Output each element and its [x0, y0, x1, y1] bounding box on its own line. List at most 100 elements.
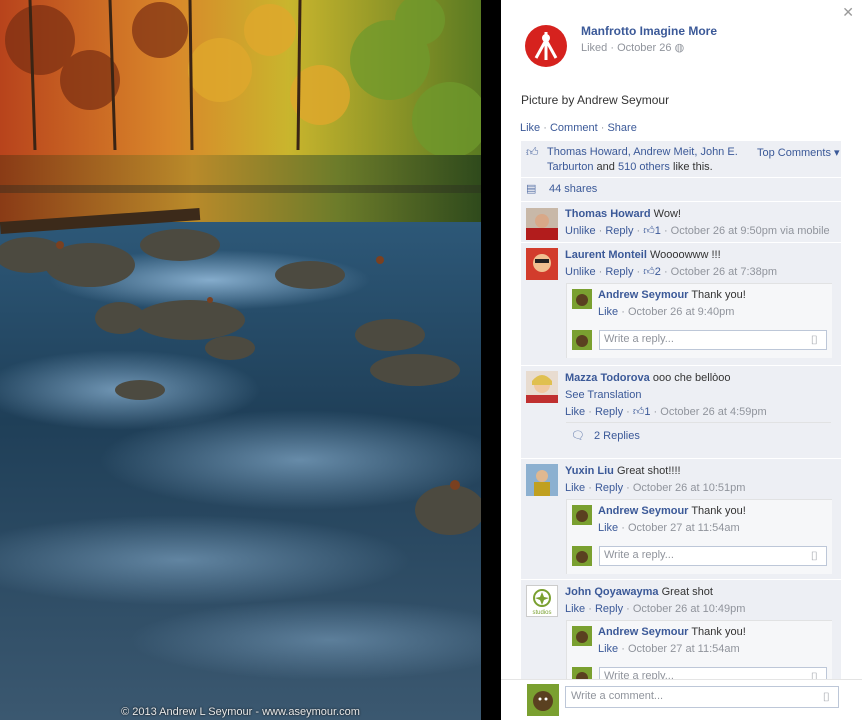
reply-author[interactable]: Andrew Seymour — [598, 626, 688, 638]
shares-summary: ▤ 44 shares — [521, 177, 841, 202]
shares-count[interactable]: 44 shares — [549, 183, 597, 195]
post-photo[interactable]: © 2013 Andrew L Seymour - www.aseymour.c… — [0, 0, 481, 720]
comment-meta: Like · Reply · 👍︎1 · October 26 at 4:59p… — [565, 406, 767, 418]
comment-composer: Write a comment... ⌷ — [501, 679, 862, 720]
reply-timestamp[interactable]: October 26 at 9:40pm — [628, 306, 734, 318]
share-link[interactable]: Share — [607, 122, 636, 134]
comment-text: Woooowww !!! — [649, 249, 721, 261]
avatar[interactable] — [526, 248, 558, 280]
globe-icon: ◍ — [674, 42, 685, 54]
comment-input[interactable]: Write a comment... ⌷ — [565, 686, 839, 708]
reply-link[interactable]: Reply — [595, 482, 623, 494]
comment-body: Laurent Monteil Woooowww !!! Unlike · Re… — [565, 247, 835, 281]
comment-meta: Unlike · Reply · 👍︎2 · October 26 at 7:3… — [565, 266, 778, 278]
avatar[interactable] — [572, 505, 592, 525]
post-date[interactable]: October 26 — [617, 42, 671, 54]
likes-number: 1 — [654, 225, 661, 237]
top-comments-dropdown[interactable]: Top Comments ▾ — [757, 146, 840, 159]
like-link[interactable]: Like — [598, 522, 618, 534]
avatar[interactable] — [526, 208, 558, 240]
reply-meta: Like · October 27 at 11:54am — [598, 643, 740, 655]
like-link[interactable]: Like — [520, 122, 540, 134]
manfrotto-logo[interactable] — [524, 24, 568, 68]
avatar[interactable] — [526, 464, 558, 496]
comment-link[interactable]: Comment — [550, 122, 598, 134]
like-link[interactable]: Like — [598, 643, 618, 655]
likes-summary: 👍︎ Thomas Howard, Andrew Meit, John E. T… — [521, 141, 841, 178]
reply-thread: Andrew Seymour Thank you! Like · October… — [566, 283, 832, 358]
likes-text: Thomas Howard, Andrew Meit, John E. Tarb… — [547, 145, 747, 175]
avatar[interactable]: studios — [526, 585, 558, 617]
comment-meta: Unlike · Reply · 👍︎1 · October 26 at 9:5… — [565, 225, 830, 237]
avatar[interactable] — [572, 626, 592, 646]
studios-logo-text: studios — [532, 610, 551, 616]
unlike-link[interactable]: Unlike — [565, 225, 596, 237]
replies-link[interactable]: 2 Replies — [594, 430, 640, 442]
comment-author[interactable]: John Qoyawayma — [565, 586, 659, 598]
comment-timestamp[interactable]: October 26 at 7:38pm — [671, 266, 777, 278]
comment-text: Great shot!!!! — [616, 465, 681, 477]
thumbs-up-icon: 👍︎ — [526, 145, 539, 159]
like-link[interactable]: Like — [598, 306, 618, 318]
thumbs-up-icon: 👍︎ — [632, 406, 645, 418]
reply-timestamp[interactable]: October 27 at 11:54am — [628, 643, 740, 655]
comment-likes-count[interactable]: 👍︎2 — [643, 266, 661, 278]
reply-author[interactable]: Andrew Seymour — [598, 289, 688, 301]
reply-link[interactable]: Reply — [595, 603, 623, 615]
comment-text: Wow! — [653, 208, 681, 220]
comment-text: ooo che bellòoo — [652, 372, 731, 384]
camera-icon[interactable]: ⌷ — [811, 333, 818, 348]
avatar[interactable] — [572, 289, 592, 309]
reply-input[interactable]: Write a reply... ⌷ — [599, 330, 827, 350]
comment-body: Yuxin Liu Great shot!!!! Like · Reply · … — [565, 463, 835, 497]
reply-author[interactable]: Andrew Seymour — [598, 505, 688, 517]
comment-meta: Like · Reply · October 26 at 10:49pm — [565, 603, 746, 615]
feedback-area: 👍︎ Thomas Howard, Andrew Meit, John E. T… — [521, 141, 841, 702]
thumbs-up-icon: 👍︎ — [643, 225, 655, 237]
reply-timestamp[interactable]: October 27 at 11:54am — [628, 522, 740, 534]
likers-others[interactable]: 510 others — [618, 161, 670, 173]
like-link[interactable]: Like — [565, 406, 585, 418]
see-translation-link[interactable]: See Translation — [565, 389, 641, 401]
comment-timestamp[interactable]: October 26 at 9:50pm via mobile — [671, 225, 830, 237]
comment-timestamp[interactable]: October 26 at 10:51pm — [633, 482, 746, 494]
comment-item: Mazza Todorova ooo che bellòoo See Trans… — [521, 366, 841, 459]
comment-body: John Qoyawayma Great shot Like · Reply ·… — [565, 584, 835, 618]
reply-text: Thank you! — [691, 289, 746, 301]
comment-item: Thomas Howard Wow! Unlike · Reply · 👍︎1 … — [521, 202, 841, 243]
like-link[interactable]: Like — [565, 603, 585, 615]
close-icon[interactable]: ✕ — [842, 4, 854, 21]
comment-item: Yuxin Liu Great shot!!!! Like · Reply · … — [521, 459, 841, 580]
reply-link[interactable]: Reply — [595, 406, 623, 418]
reply-link[interactable]: Reply — [605, 225, 633, 237]
share-icon: ▤ — [526, 183, 537, 195]
unlike-link[interactable]: Unlike — [565, 266, 596, 278]
reply-body: Andrew Seymour Thank you! Like · October… — [598, 624, 828, 658]
camera-icon[interactable]: ⌷ — [811, 549, 818, 564]
reply-placeholder: Write a reply... — [604, 333, 674, 345]
reply-input[interactable]: Write a reply... ⌷ — [599, 546, 827, 566]
reply-meta: Like · October 27 at 11:54am — [598, 522, 740, 534]
reply-link[interactable]: Reply — [605, 266, 633, 278]
comment-likes-count[interactable]: 👍︎1 — [643, 225, 661, 237]
comment-body: Thomas Howard Wow! Unlike · Reply · 👍︎1 … — [565, 206, 835, 240]
reply-body: Andrew Seymour Thank you! Like · October… — [598, 287, 828, 321]
comment-author[interactable]: Thomas Howard — [565, 208, 651, 220]
replies-icon: 🗨︎ — [571, 430, 585, 442]
avatar[interactable] — [526, 371, 558, 403]
see-replies-row[interactable]: 🗨︎ 2 Replies — [566, 422, 831, 451]
like-link[interactable]: Like — [565, 482, 585, 494]
photo-details-panel: ✕ Manfrotto Imagine More Liked · October… — [501, 0, 862, 720]
comment-author[interactable]: Laurent Monteil — [565, 249, 647, 261]
page-meta: Liked · October 26 ◍ — [581, 42, 685, 54]
comment-author[interactable]: Mazza Todorova — [565, 372, 650, 384]
comment-likes-count[interactable]: 👍︎1 — [633, 406, 651, 418]
page-name[interactable]: Manfrotto Imagine More — [581, 24, 717, 38]
comment-timestamp[interactable]: October 26 at 10:49pm — [633, 603, 746, 615]
avatar — [572, 330, 592, 350]
comment-timestamp[interactable]: October 26 at 4:59pm — [660, 406, 766, 418]
comment-body: Mazza Todorova ooo che bellòoo See Trans… — [565, 370, 835, 421]
camera-icon[interactable]: ⌷ — [823, 690, 830, 705]
reply-meta: Like · October 26 at 9:40pm — [598, 306, 735, 318]
comment-author[interactable]: Yuxin Liu — [565, 465, 614, 477]
